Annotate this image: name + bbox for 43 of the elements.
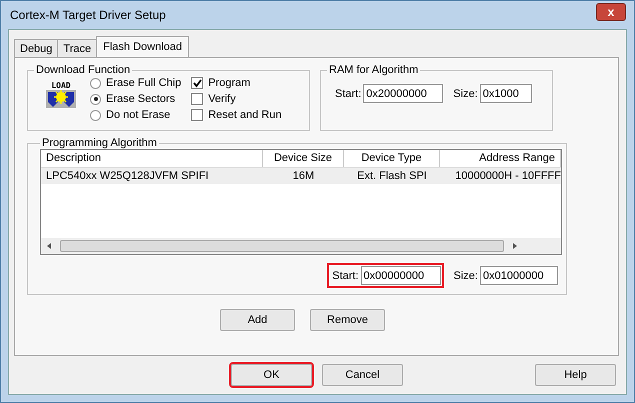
column-header[interactable]: Device Type (344, 150, 440, 167)
tab[interactable]: Debug (14, 39, 58, 57)
column-header[interactable]: Device Size (263, 150, 344, 167)
push-button[interactable]: Add (220, 309, 295, 331)
radio-button[interactable] (90, 110, 101, 120)
checkbox[interactable] (191, 93, 204, 105)
group-title: RAM for Algorithm (328, 64, 420, 76)
group-title: Download Function (35, 64, 132, 76)
field-label: Start: (335, 88, 362, 100)
radio-label: Erase Sectors (106, 93, 176, 105)
column-header[interactable]: Description (41, 150, 263, 167)
group-title: Programming Algorithm (41, 137, 158, 149)
tab[interactable]: Flash Download (96, 36, 190, 57)
push-button[interactable]: Help (535, 364, 616, 386)
list-row[interactable]: LPC540xx W25Q128JVFM SPIFI 16M Ext. Flash SPI 10000000H - 10FFFF (41, 168, 561, 184)
checkbox[interactable] (191, 109, 204, 121)
checkbox[interactable] (191, 77, 204, 89)
checkbox-label: Verify (208, 93, 236, 105)
input-field[interactable]: 0x00000000 (360, 266, 441, 285)
input-field[interactable]: 0x1000 (480, 84, 532, 103)
input-field[interactable]: 0x20000000 (363, 84, 444, 103)
push-button[interactable]: Cancel (322, 364, 403, 386)
column-header[interactable]: Address Range (440, 150, 561, 167)
table-cell-text: LPC540xx W25Q128JVFM SPIFI (45, 170, 210, 182)
field-label: Start: (332, 270, 359, 282)
table-cell-text: 10000000H - 10FFFF (454, 170, 561, 182)
close-button[interactable]: x (596, 3, 626, 21)
radio-label: Erase Full Chip (106, 77, 182, 89)
table-cell-text: Ext. Flash SPI (356, 170, 428, 182)
input-field[interactable]: 0x01000000 (480, 266, 558, 285)
table-cell-text: 16M (292, 170, 316, 182)
horizontal-scrollbar[interactable] (41, 238, 561, 254)
radio-button[interactable] (90, 78, 101, 88)
checkbox-label: Program (208, 77, 250, 89)
field-label: Size: (453, 88, 478, 100)
radio-label: Do not Erase (106, 109, 170, 121)
push-button[interactable]: Remove (310, 309, 385, 331)
push-button[interactable]: OK (231, 364, 312, 386)
tab[interactable]: Trace (57, 39, 98, 57)
radio-button[interactable] (90, 94, 101, 104)
field-label: Size: (454, 270, 478, 282)
checkbox-label: Reset and Run (208, 109, 282, 121)
window-title: Cortex-M Target Driver Setup (9, 8, 166, 22)
